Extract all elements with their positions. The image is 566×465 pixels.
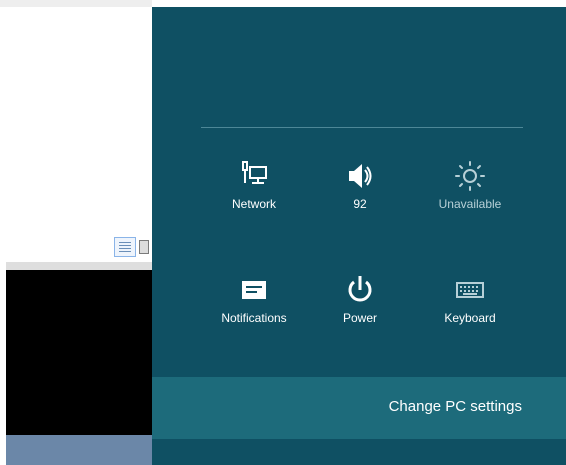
notifications-label: Notifications: [221, 311, 287, 325]
volume-tile[interactable]: 92: [310, 159, 410, 219]
speaker-icon: [349, 164, 372, 188]
list-view-icon[interactable]: [114, 237, 136, 257]
settings-charm-panel: Network 92 Unavailable Notifications Pow…: [152, 7, 566, 465]
notifications-tile[interactable]: Notifications: [204, 273, 304, 333]
desktop-black-area: [6, 270, 152, 435]
notifications-icon: [242, 281, 266, 299]
taskbar-strip: [6, 435, 152, 465]
keyboard-label: Keyboard: [444, 311, 496, 325]
power-icon: [348, 276, 372, 302]
change-pc-settings-bar[interactable]: Change PC settings: [152, 377, 566, 439]
network-icon: [242, 161, 267, 184]
desktop-toolbar: [114, 236, 152, 258]
power-label: Power: [342, 311, 377, 325]
brightness-tile[interactable]: Unavailable: [420, 159, 520, 219]
window-view-icon[interactable]: [139, 240, 149, 254]
keyboard-tile[interactable]: Keyboard: [420, 273, 520, 333]
volume-label: 92: [353, 197, 367, 211]
brightness-label: Unavailable: [438, 197, 502, 211]
network-label: Network: [231, 197, 276, 211]
power-tile[interactable]: Power: [310, 273, 410, 333]
desktop-gray-strip: [6, 262, 152, 270]
network-tile[interactable]: Network: [204, 159, 304, 219]
keyboard-icon: [456, 282, 484, 298]
panel-divider: [201, 127, 523, 128]
desktop-top-border: [0, 0, 152, 7]
brightness-icon: [455, 161, 485, 191]
change-pc-settings-link[interactable]: Change PC settings: [389, 398, 522, 415]
